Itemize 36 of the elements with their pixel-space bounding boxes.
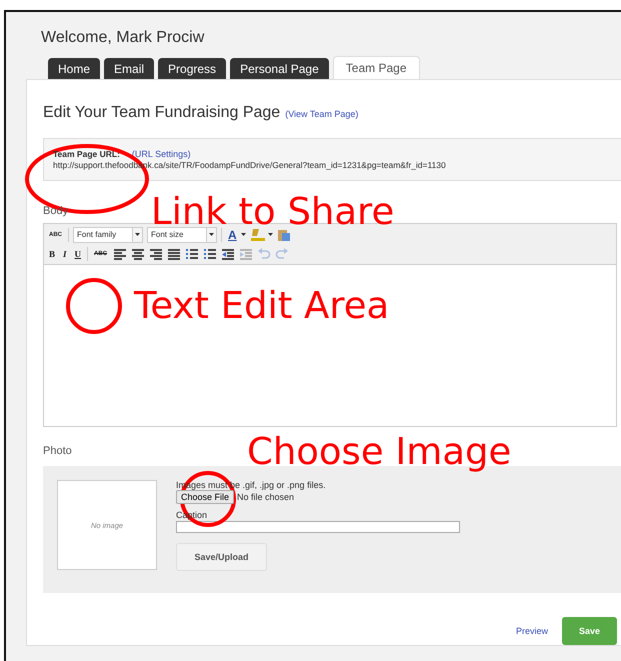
choose-file-button[interactable]: Choose File [176, 490, 234, 504]
italic-button[interactable]: I [61, 248, 69, 258]
caret-icon[interactable] [135, 233, 140, 236]
caret-icon[interactable] [240, 233, 246, 236]
body-label: Body [43, 205, 70, 217]
view-team-page-link[interactable]: (View Team Page) [285, 109, 358, 119]
photo-label: Photo [43, 445, 73, 457]
welcome-text: Welcome, Mark Prociw [41, 29, 204, 47]
caret-icon[interactable] [268, 233, 273, 236]
underline-button[interactable]: U [72, 248, 84, 258]
align-right-icon[interactable] [149, 248, 164, 260]
url-label: Team Page URL: [53, 149, 120, 159]
tab[interactable]: Home [48, 58, 100, 79]
annotation-text: Choose Image [247, 433, 512, 470]
page-heading: Edit Your Team Fundraising Page [43, 104, 280, 122]
caret-icon[interactable] [209, 233, 214, 236]
upload-button[interactable]: Save/Upload [176, 543, 267, 571]
annotation-text: Text Edit Area [134, 287, 390, 324]
dropdown[interactable]: Font family [73, 226, 143, 242]
tab[interactable]: Personal Page [230, 58, 329, 79]
tab[interactable]: Email [104, 58, 154, 79]
bullets-icon[interactable] [185, 248, 200, 260]
text-color-button[interactable]: A [226, 228, 239, 242]
tab[interactable]: Team Page [332, 56, 420, 79]
caption-field[interactable] [176, 521, 460, 533]
numbers-icon[interactable] [203, 248, 218, 260]
annotation-circle [65, 277, 123, 335]
preview-link[interactable]: Preview [516, 626, 548, 636]
dropdown[interactable]: Font size [147, 226, 217, 242]
bold-button[interactable]: B [47, 248, 58, 258]
align-left-icon[interactable] [113, 248, 128, 260]
file-status: No file chosen [237, 492, 294, 502]
align-center-icon[interactable] [131, 248, 146, 260]
justify-icon[interactable] [167, 248, 182, 260]
tab[interactable]: Progress [158, 58, 226, 79]
outdent-icon[interactable] [221, 248, 236, 260]
